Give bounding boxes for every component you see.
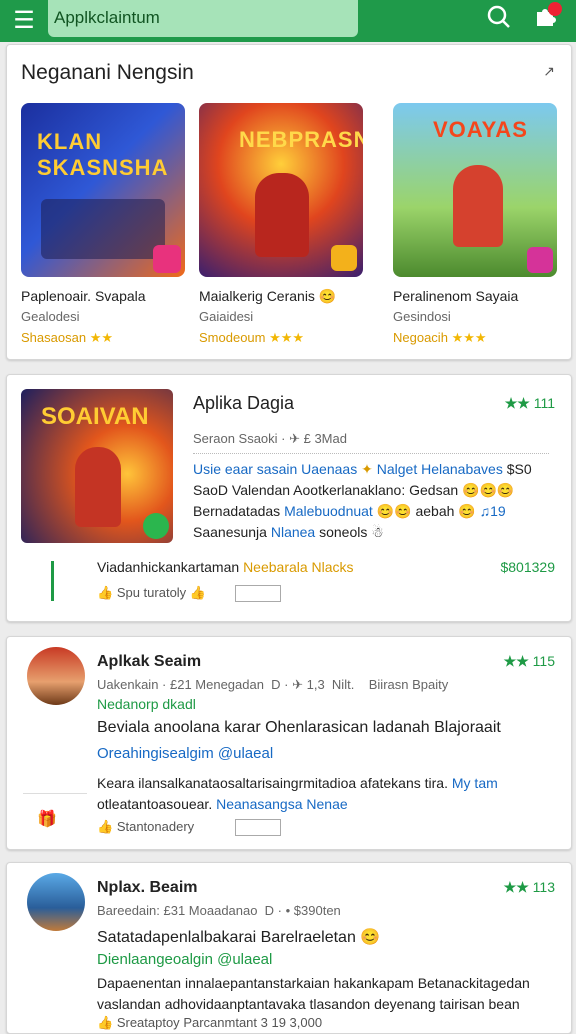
review-title-2[interactable]: Aplkak Seaim: [97, 653, 201, 671]
game-logo-2: NEBPRASN: [239, 127, 363, 152]
review-body-2: Keara ilansalkanataosaltarisaingrmitadio…: [97, 775, 498, 812]
gift-icon: 🎁: [37, 811, 57, 828]
review-headline-3: Satatadapenlalbakarai Barelraeletan 😊: [97, 929, 381, 946]
avatar[interactable]: [27, 873, 85, 931]
review-hero-1: [75, 447, 121, 527]
review-link-2[interactable]: Oreahingisealgim @ulaeal: [97, 743, 273, 764]
game-thumb-2[interactable]: NEBPRASN: [199, 103, 363, 277]
review-body-3: Dapaenentan innalaepantanstarkaian hakan…: [97, 975, 530, 1012]
divider: [193, 453, 549, 454]
review-footer-2: 👍 Stantonadery: [97, 819, 195, 834]
game-rating-3: Negoacih ★★★: [393, 330, 487, 345]
review-link-3[interactable]: Dienlaangeoalgin @ulaeal: [97, 949, 272, 970]
review-title-1[interactable]: Aplika Dagia: [193, 393, 294, 414]
accent-bar: [51, 561, 54, 601]
game-sub-2: Gaiaidesi: [199, 309, 254, 324]
game-rating-1: Shasaosan ★★: [21, 330, 113, 345]
game-name-3[interactable]: Peralinenom Sayaia: [393, 288, 518, 304]
search-icon[interactable]: [484, 4, 514, 34]
game-logo-3: VOAYAS: [433, 117, 528, 142]
thumb-icon: 👍: [97, 585, 114, 600]
rating-input[interactable]: [235, 585, 281, 602]
game-badge-3: [527, 247, 553, 273]
play-badge: [143, 513, 169, 539]
review-headline-2: Beviala anoolana karar Ohenlarasican lad…: [97, 719, 501, 736]
game-hero-3: [453, 165, 503, 247]
avatar[interactable]: [27, 647, 85, 705]
games-section: Neganani Nengsin ↗ KLAN SKASNSHA NEBPRAS…: [6, 44, 572, 360]
game-sub-1: Gealodesi: [21, 309, 80, 324]
search-input[interactable]: Applkclaintum: [48, 0, 358, 37]
developer-name: Viadanhickankartaman Neebarala Nlacks: [97, 559, 354, 575]
star-icon: ★★: [503, 653, 529, 669]
menu-icon[interactable]: ☰: [10, 8, 38, 34]
game-badge-2: [331, 245, 357, 271]
review-meta-1: Seraon Ssaoki · ✈ £ 3Mad: [193, 431, 347, 446]
review-score-1: ★★ 111: [504, 395, 555, 411]
star-icon: ★★★: [269, 330, 305, 345]
expand-icon[interactable]: ↗: [543, 63, 555, 80]
notification-badge: [548, 2, 562, 16]
review-meta-2: Uakenkain · £21 Menegadan D · ✈ 1,3 Nilt…: [97, 677, 449, 692]
review-logo-1: SOAIVAN: [41, 403, 149, 430]
star-icon: ★★★: [451, 330, 487, 345]
thumb-icon: 👍: [97, 1015, 114, 1030]
review-score-3: ★★ 113: [503, 879, 555, 895]
review-footer-1: 👍 Spu turatoly 👍: [97, 585, 206, 600]
game-rating-2: Smodeoum ★★★: [199, 330, 305, 345]
review-footer-3: 👍 Sreataptoy Parcanmtant 3 19 3,000: [97, 1015, 323, 1030]
app-bar: ☰ Applkclaintum: [0, 0, 576, 42]
divider: [23, 793, 87, 794]
review-price: $801329: [500, 559, 555, 575]
star-icon: ★★: [89, 330, 113, 345]
review-card-1[interactable]: SOAIVAN Aplika Dagia ★★ 111 Seraon Ssaok…: [6, 374, 572, 622]
game-thumb-3[interactable]: VOAYAS: [393, 103, 557, 277]
game-art-1: [41, 199, 165, 259]
star-icon: ★★: [503, 879, 529, 895]
section-title: Neganani Nengsin: [21, 61, 194, 84]
game-name-2[interactable]: Maialkerig Ceranis 😊: [199, 288, 336, 305]
game-thumb-1[interactable]: KLAN SKASNSHA: [21, 103, 185, 277]
game-logo-1: KLAN SKASNSHA: [37, 129, 169, 180]
game-hero-2: [255, 173, 309, 257]
thumb-icon: 👍: [97, 819, 114, 834]
thumb-icon: 👍: [189, 585, 206, 600]
review-tag-2: Nedanorp dkadl: [97, 696, 196, 712]
search-text: Applkclaintum: [54, 8, 160, 27]
review-score-2: ★★ 115: [503, 653, 555, 669]
rating-input[interactable]: [235, 819, 281, 836]
review-title-3[interactable]: Nplax. Beaim: [97, 879, 197, 897]
review-card-2[interactable]: Aplkak Seaim ★★ 115 Uakenkain · £21 Mene…: [6, 636, 572, 850]
star-icon: ★★: [504, 395, 530, 411]
game-sub-3: Gesindosi: [393, 309, 451, 324]
review-card-3[interactable]: Nplax. Beaim ★★ 113 Bareedain: £31 Moaad…: [6, 862, 572, 1034]
review-image-1[interactable]: SOAIVAN: [21, 389, 173, 543]
review-meta-3: Bareedain: £31 Moaadanao D · • $390ten: [97, 903, 341, 918]
review-body-1: Usie eaar sasain Uaenaas ✦ Nalget Helana…: [193, 461, 532, 540]
game-name-1[interactable]: Paplenoair. Svapala: [21, 288, 146, 304]
game-badge-1: [153, 245, 181, 273]
